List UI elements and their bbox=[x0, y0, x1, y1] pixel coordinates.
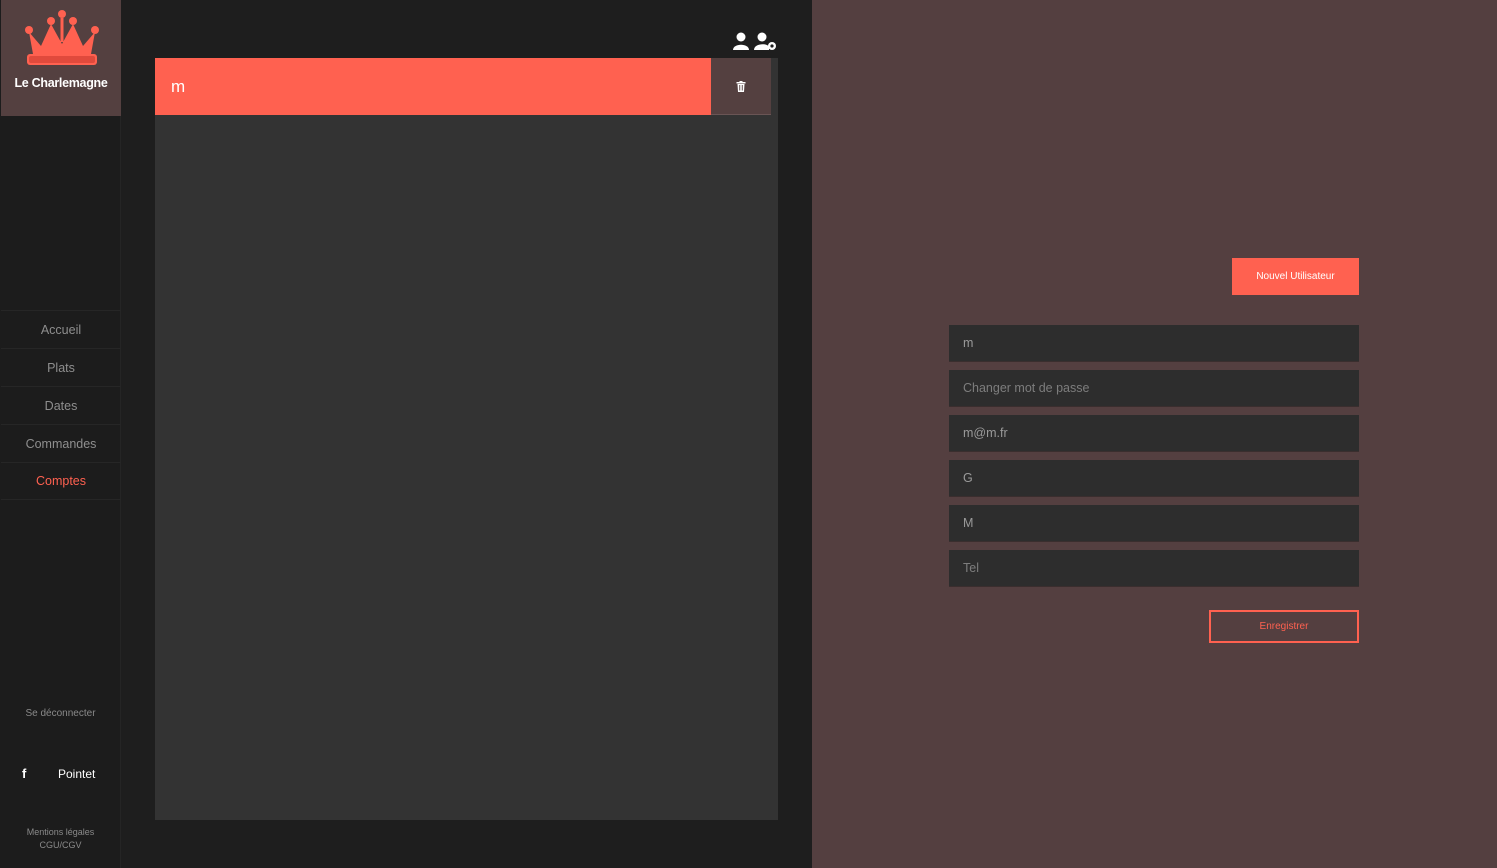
firstname-field[interactable] bbox=[949, 460, 1359, 497]
user-icon[interactable] bbox=[731, 31, 751, 51]
lastname-field[interactable] bbox=[949, 505, 1359, 542]
sidebar: Le Charlemagne Accueil Plats Dates Comma… bbox=[0, 0, 121, 868]
phone-field[interactable] bbox=[949, 550, 1359, 587]
new-user-button[interactable]: Nouvel Utilisateur bbox=[1232, 258, 1359, 295]
facebook-link[interactable]: f Pointet bbox=[0, 764, 121, 784]
user-list-panel: m bbox=[155, 58, 778, 820]
facebook-icon: f bbox=[22, 766, 27, 781]
user-list-item[interactable]: m bbox=[155, 58, 711, 115]
legal-links: Mentions légales CGU/CGV bbox=[0, 826, 121, 852]
save-button[interactable]: Enregistrer bbox=[1209, 610, 1359, 643]
delete-user-button[interactable] bbox=[711, 58, 771, 115]
nav-item-commandes[interactable]: Commandes bbox=[1, 424, 121, 462]
user-form-panel: Nouvel Utilisateur Enregistrer bbox=[812, 0, 1497, 868]
terms-link[interactable]: CGU/CGV bbox=[0, 839, 121, 852]
password-field[interactable] bbox=[949, 370, 1359, 407]
login-field[interactable] bbox=[949, 325, 1359, 362]
nav-item-dates[interactable]: Dates bbox=[1, 386, 121, 424]
email-field[interactable] bbox=[949, 415, 1359, 452]
user-settings-icon[interactable] bbox=[754, 31, 778, 51]
main-nav: Accueil Plats Dates Commandes Comptes bbox=[1, 310, 121, 500]
logo[interactable]: Le Charlemagne bbox=[1, 0, 121, 116]
crown-logo-icon bbox=[25, 10, 99, 65]
brand-name: Le Charlemagne bbox=[14, 76, 108, 90]
legal-notice-link[interactable]: Mentions légales bbox=[0, 826, 121, 839]
trash-icon bbox=[736, 80, 746, 92]
nav-item-comptes[interactable]: Comptes bbox=[1, 462, 121, 500]
nav-item-accueil[interactable]: Accueil bbox=[1, 310, 121, 348]
nav-item-plats[interactable]: Plats bbox=[1, 348, 121, 386]
list-toolbar bbox=[730, 31, 778, 53]
logout-link[interactable]: Se déconnecter bbox=[0, 708, 121, 719]
facebook-label: Pointet bbox=[58, 767, 96, 781]
